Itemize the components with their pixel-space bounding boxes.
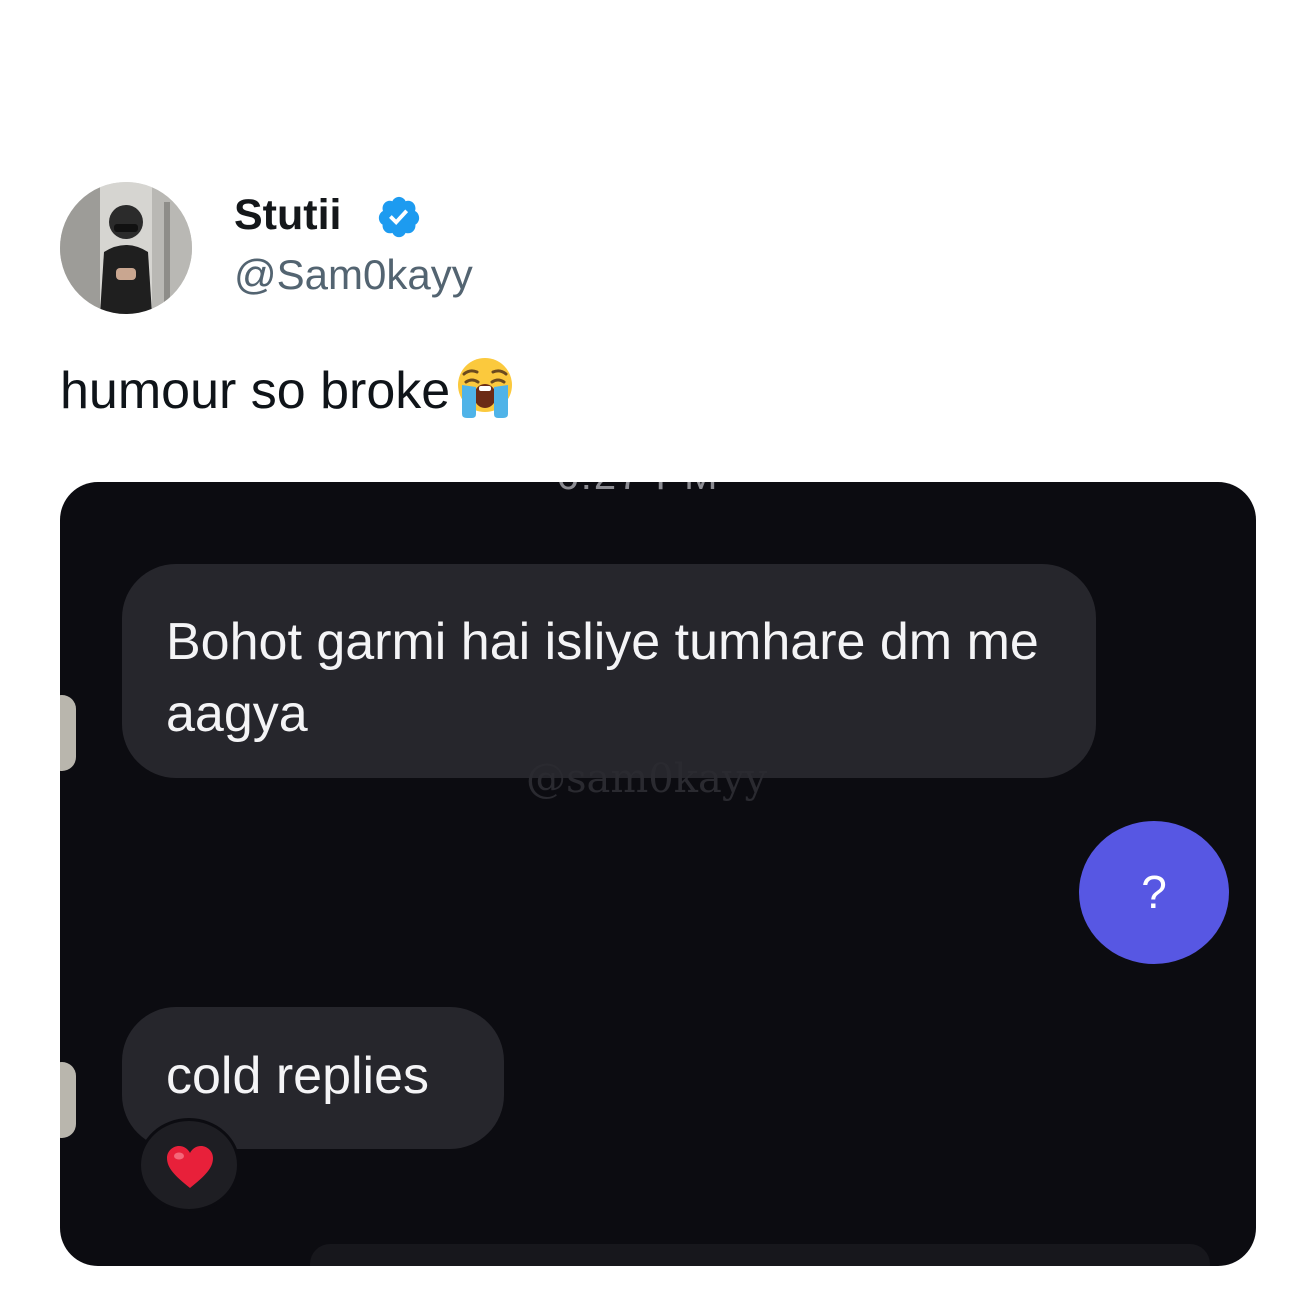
chat-screenshot: 6:27 PM Bohot garmi hai isliye tumhare d… — [60, 482, 1256, 1266]
tweet-text-content: humour so broke — [60, 362, 451, 420]
red-heart-icon — [167, 1146, 213, 1188]
chat-timestamp: 6:27 PM — [60, 482, 1236, 499]
message-reaction[interactable] — [138, 1118, 240, 1212]
received-message-bubble[interactable]: Bohot garmi hai isliye tumhare dm me aag… — [122, 564, 1096, 778]
author-display-name[interactable]: Stutii — [234, 190, 341, 240]
sender-avatar-sliver — [60, 1062, 76, 1138]
author-handle[interactable]: @Sam0kayy — [234, 250, 473, 300]
tweet-text: humour so broke — [60, 352, 520, 423]
author-avatar[interactable] — [60, 182, 192, 314]
profile-photo-icon — [60, 182, 192, 314]
verified-badge-icon — [378, 196, 420, 238]
sender-avatar-sliver — [60, 695, 76, 771]
sent-message-bubble[interactable]: ? — [1079, 821, 1229, 964]
watermark: @sam0kayy — [526, 756, 768, 802]
message-input-edge — [310, 1244, 1210, 1266]
loudly-crying-face-icon — [458, 358, 513, 418]
